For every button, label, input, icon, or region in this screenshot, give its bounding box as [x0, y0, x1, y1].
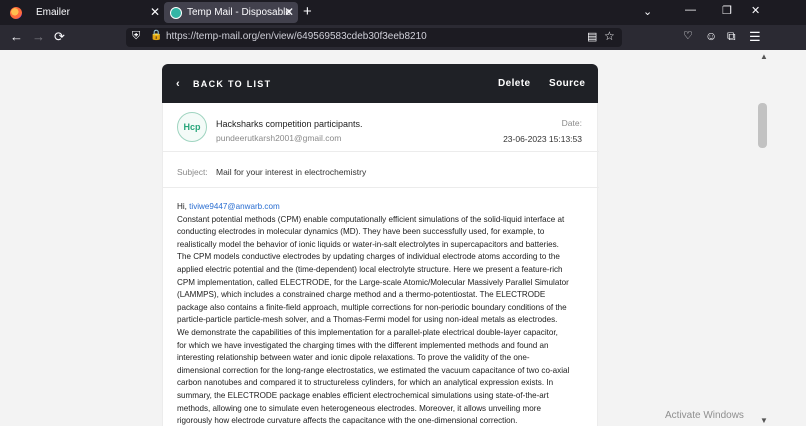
forward-arrow-icon[interactable]: → — [32, 29, 45, 44]
source-button[interactable]: Source — [549, 78, 585, 89]
body-line: The CPM models conductive electrodes by … — [177, 252, 560, 262]
reader-view-icon[interactable]: ▤ — [587, 30, 597, 43]
back-arrow-icon[interactable]: ← — [10, 29, 23, 44]
body-line: applied electric potential and the (time… — [177, 264, 563, 274]
body-line: summary, the ELECTRODE package enables e… — [177, 390, 549, 400]
date-label: Date: — [561, 118, 582, 128]
body-line: interesting relationship between water a… — [177, 353, 530, 363]
tab-temp-mail[interactable]: Temp Mail - Disposable Tempo ✕ — [164, 2, 298, 23]
mail-header-bar: ‹ BACK TO LIST Delete Source — [162, 64, 598, 103]
sender-name: Hacksharks competition participants. — [216, 119, 363, 129]
minimize-icon[interactable]: — — [685, 4, 696, 16]
shield-icon[interactable]: ⛨ — [132, 30, 140, 43]
body-line: conducting electrodes in molecular dynam… — [177, 227, 545, 237]
divider — [163, 151, 599, 152]
back-label: BACK TO LIST — [192, 79, 272, 89]
subject-value: Mail for your interest in electrochemist… — [216, 167, 367, 177]
tab-close-icon[interactable]: ✕ — [284, 5, 294, 19]
body-line: Constant potential methods (CPM) enable … — [177, 214, 565, 224]
menu-icon[interactable]: ☰ — [749, 29, 761, 45]
chevron-left-icon: ‹ — [176, 78, 181, 90]
subject-label: Subject: — [177, 167, 208, 177]
delete-button[interactable]: Delete — [498, 78, 530, 89]
greeting-prefix: Hi, — [177, 202, 190, 211]
sender-email: pundeerutkarsh2001@gmail.com — [216, 133, 342, 143]
avatar: Hcp — [177, 112, 207, 142]
scrollbar-thumb[interactable] — [758, 103, 767, 148]
extensions-icon[interactable]: ⧉ — [727, 29, 736, 44]
greeting: Hi, tiviwe9447@anwarb.com — [177, 201, 589, 214]
body-line: dimensional correction for the long-rang… — [177, 365, 570, 375]
page-viewport: ‹ BACK TO LIST Delete Source Hcp Hacksha… — [0, 50, 770, 426]
body-line: carbon nanotubes and compared it to stru… — [177, 378, 554, 388]
tab-strip: Emailer ✕ Temp Mail - Disposable Tempo ✕… — [0, 0, 806, 25]
back-to-list-button[interactable]: ‹ BACK TO LIST — [176, 78, 271, 90]
body-line: methods, allowing one to simulate even h… — [177, 403, 541, 413]
window-close-icon[interactable]: ✕ — [751, 4, 760, 17]
body-line: CPM implementation, called ELECTRODE, fo… — [177, 277, 569, 287]
body-line: package also contains a finite-field app… — [177, 302, 567, 312]
temp-mail-icon — [170, 6, 182, 19]
mail-body: Hi, tiviwe9447@anwarb.com Constant poten… — [177, 201, 589, 426]
address-bar[interactable]: ⛨ 🔒 https://temp-mail.org/en/view/649569… — [126, 28, 622, 47]
list-tabs-icon[interactable]: ⌄ — [643, 5, 652, 18]
body-line: realistically model the behavior of ioni… — [177, 239, 559, 249]
lock-icon[interactable]: 🔒 — [150, 30, 162, 41]
new-tab-button[interactable]: + — [303, 3, 312, 20]
navigation-bar: ← → ⟳ ⛨ 🔒 https://temp-mail.org/en/view/… — [0, 25, 806, 50]
scroll-up-icon[interactable]: ▲ — [760, 52, 768, 61]
activate-windows-watermark: Activate Windows — [665, 410, 744, 421]
body-line: particle-particle particle-mesh solver, … — [177, 315, 558, 325]
divider — [163, 187, 599, 188]
restore-icon[interactable]: ❐ — [722, 4, 732, 17]
tab-close-icon[interactable]: ✕ — [150, 5, 160, 19]
account-icon[interactable]: ☺ — [705, 29, 717, 43]
date-value: 23-06-2023 15:13:53 — [503, 134, 582, 144]
firefox-icon — [10, 6, 22, 19]
tab-emailer[interactable]: Emailer ✕ — [6, 2, 164, 23]
reload-icon[interactable]: ⟳ — [54, 29, 65, 45]
body-line: rigorously how electrode curvature affec… — [177, 416, 518, 426]
body-line: (LAMMPS), which includes a constrained c… — [177, 290, 546, 300]
body-line: We demonstrate the capabilities of this … — [177, 327, 558, 337]
tab-title: Emailer — [36, 7, 70, 18]
recipient-email-link[interactable]: tiviwe9447@anwarb.com — [189, 202, 280, 211]
bookmark-star-icon[interactable]: ☆ — [604, 29, 615, 43]
url-text[interactable]: https://temp-mail.org/en/view/649569583c… — [166, 31, 427, 42]
body-line: for which we have investigated the charg… — [177, 340, 549, 350]
tab-title: Temp Mail - Disposable Tempo — [187, 7, 291, 18]
pocket-icon[interactable]: ♡ — [683, 29, 693, 42]
scroll-down-icon[interactable]: ▼ — [760, 416, 768, 425]
scrollbar-track[interactable] — [770, 50, 806, 426]
mail-card: Hcp Hacksharks competition participants.… — [162, 103, 599, 426]
